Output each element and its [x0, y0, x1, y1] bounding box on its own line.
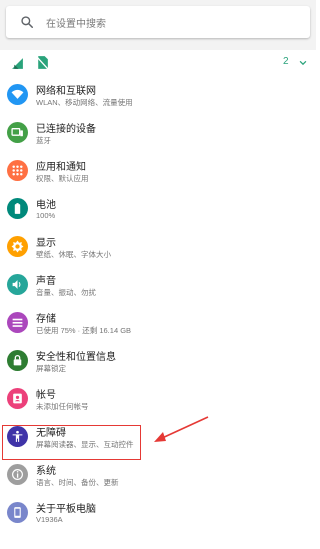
signal-icon — [12, 58, 23, 69]
settings-item-security[interactable]: 安全性和位置信息 屏幕锁定 — [0, 342, 316, 380]
settings-item-accounts[interactable]: 帐号 未添加任何帐号 — [0, 380, 316, 418]
devices-icon — [7, 122, 28, 143]
settings-item-title: 存储 — [36, 314, 56, 325]
search-icon — [21, 16, 34, 29]
info-icon — [7, 464, 28, 485]
storage-icon — [7, 312, 28, 333]
settings-item-title: 关于平板电脑 — [36, 504, 96, 515]
settings-item-title: 安全性和位置信息 — [36, 352, 116, 363]
settings-item-battery[interactable]: 电池 100% — [0, 190, 316, 228]
account-icon — [7, 388, 28, 409]
search-bar-container: 在设置中搜索 — [0, 0, 316, 50]
chevron-down-icon[interactable] — [298, 58, 308, 68]
settings-item-title: 应用和通知 — [36, 162, 86, 173]
settings-item-title: 网络和互联网 — [36, 86, 96, 97]
settings-item-subtitle: 100% — [36, 211, 56, 220]
brightness-icon — [7, 236, 28, 257]
settings-item-subtitle: V1936A — [36, 515, 63, 524]
volume-icon — [7, 274, 28, 295]
wifi-icon — [7, 84, 28, 105]
lock-icon — [7, 350, 28, 371]
settings-item-network[interactable]: 网络和互联网 WLAN、移动网络、流量使用 — [0, 76, 316, 114]
settings-item-subtitle: 屏幕锁定 — [36, 364, 66, 373]
settings-item-subtitle: 音量、振动、勿扰 — [36, 288, 96, 297]
highlight-box — [2, 425, 141, 460]
settings-item-title: 已连接的设备 — [36, 124, 96, 135]
suggestion-count: 2 — [283, 56, 289, 67]
settings-item-subtitle: 语言、时间、备份、更新 — [36, 478, 119, 487]
settings-item-subtitle: WLAN、移动网络、流量使用 — [36, 98, 133, 107]
settings-item-subtitle: 权限、默认应用 — [36, 174, 89, 183]
settings-item-title: 显示 — [36, 238, 56, 249]
settings-item-system[interactable]: 系统 语言、时间、备份、更新 — [0, 456, 316, 494]
settings-item-sound[interactable]: 声音 音量、振动、勿扰 — [0, 266, 316, 304]
settings-item-storage[interactable]: 存储 已使用 75% · 还剩 16.14 GB — [0, 304, 316, 342]
search-input[interactable]: 在设置中搜索 — [6, 6, 310, 38]
suggestions-bar[interactable]: 2 — [0, 50, 316, 76]
no-sim-icon — [36, 56, 49, 70]
apps-icon — [7, 160, 28, 181]
settings-item-subtitle: 已使用 75% · 还剩 16.14 GB — [36, 326, 132, 335]
battery-icon — [7, 198, 28, 219]
settings-item-title: 电池 — [36, 200, 56, 211]
settings-item-apps[interactable]: 应用和通知 权限、默认应用 — [0, 152, 316, 190]
settings-item-subtitle: 未添加任何帐号 — [36, 402, 89, 411]
tablet-icon — [7, 502, 28, 523]
annotation-arrow-icon — [154, 416, 209, 442]
settings-item-subtitle: 蓝牙 — [36, 136, 51, 145]
settings-item-title: 声音 — [36, 276, 56, 287]
settings-item-title: 帐号 — [36, 390, 56, 401]
settings-item-title: 系统 — [36, 466, 56, 477]
search-placeholder: 在设置中搜索 — [46, 18, 106, 30]
settings-item-connected-devices[interactable]: 已连接的设备 蓝牙 — [0, 114, 316, 152]
settings-item-about-tablet[interactable]: 关于平板电脑 V1936A — [0, 494, 316, 532]
settings-item-subtitle: 壁纸、休眠、字体大小 — [36, 250, 111, 259]
settings-item-display[interactable]: 显示 壁纸、休眠、字体大小 — [0, 228, 316, 266]
